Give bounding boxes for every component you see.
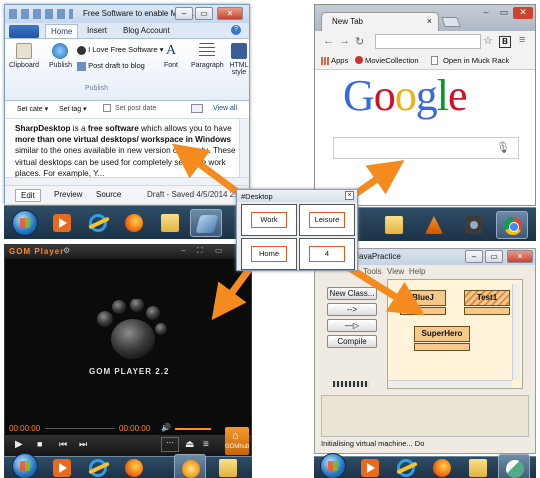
switcher-title-bar: #Desktop × (237, 190, 357, 202)
sharpdesktop-switcher: #Desktop × Work Leisure Home 4 (236, 189, 358, 271)
desktop-label-home: Home (251, 246, 287, 262)
desktop-label-work: Work (251, 212, 287, 228)
desktop-cell-home[interactable]: Home (241, 238, 297, 270)
desktop-label-4: 4 (309, 246, 345, 262)
desktop-cell-work[interactable]: Work (241, 204, 297, 236)
switcher-title: #Desktop (241, 192, 273, 201)
switcher-close-icon[interactable]: × (345, 191, 354, 200)
desktop-cell-4[interactable]: 4 (299, 238, 355, 270)
desktop-label-leisure: Leisure (309, 212, 345, 228)
desktop-cell-leisure[interactable]: Leisure (299, 204, 355, 236)
